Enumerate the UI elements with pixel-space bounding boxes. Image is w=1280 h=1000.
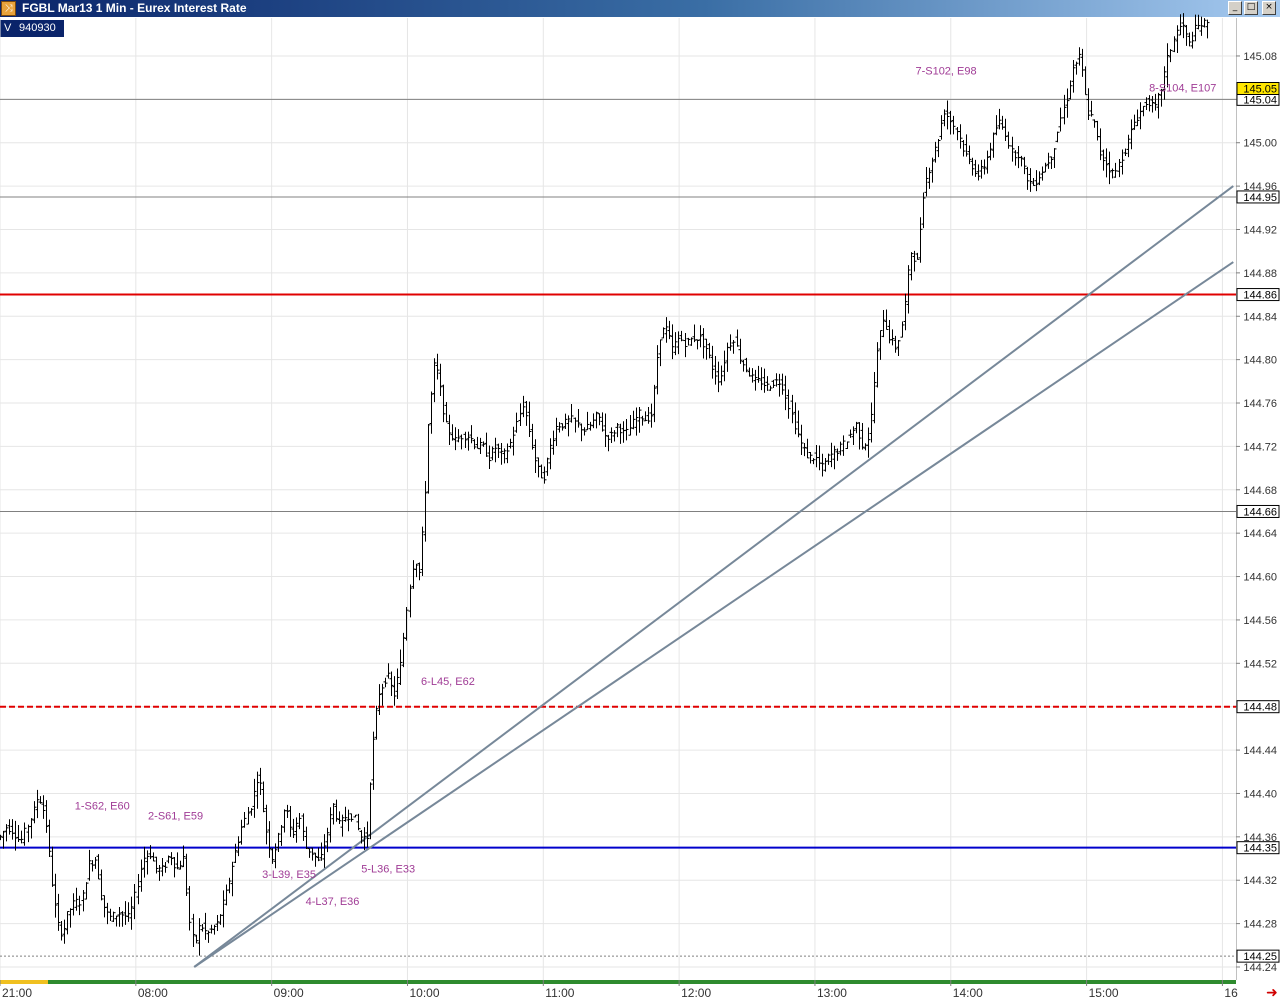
time-tick-label: 13:00 [817, 986, 847, 1000]
trend-line [193, 261, 1234, 968]
level-price-label: 144.66 [1243, 506, 1277, 518]
trade-label: 1-S62, E60 [75, 801, 130, 813]
trade-label: 8-S104, E107 [1149, 83, 1216, 95]
price-tick-label: 144.52 [1243, 658, 1277, 670]
trade-label: 3-L39, E35 [262, 869, 316, 881]
time-tick-label: 11:00 [545, 986, 574, 1000]
time-tick-label: 16 [1224, 986, 1238, 1000]
time-tick-label: 15:00 [1089, 986, 1119, 1000]
chart-grid [0, 18, 1236, 980]
price-tick-label: 145.00 [1243, 138, 1277, 150]
price-chart[interactable]: 1-S62, E60 2-S61, E59 3-L39, E35 4-L37, E36… [0, 0, 1280, 1000]
session-strip-highlight [0, 980, 48, 984]
trade-label: 7-S102, E98 [915, 65, 976, 77]
time-tick-label: 21:00 [2, 986, 32, 1000]
price-tick-label: 144.64 [1243, 528, 1277, 540]
price-tick-label: 144.72 [1243, 441, 1277, 453]
time-tick-label: 10:00 [409, 986, 439, 1000]
price-tick-label: 144.84 [1243, 311, 1277, 323]
price-tick-label: 144.80 [1243, 355, 1277, 367]
price-tick-label: 145.08 [1243, 51, 1277, 63]
time-tick-label: 09:00 [274, 986, 304, 1000]
price-tick-label: 144.60 [1243, 572, 1277, 584]
price-tick-label: 144.44 [1243, 745, 1277, 757]
level-price-label: 144.95 [1243, 192, 1277, 204]
price-tick-label: 144.68 [1243, 485, 1277, 497]
time-tick-label: 08:00 [138, 986, 168, 1000]
time-tick-label: 12:00 [681, 986, 711, 1000]
level-price-label: 145.04 [1243, 94, 1277, 106]
time-axis[interactable]: 21:00 08:00 09:00 10:00 11:00 12:00 13:00 14:00… [0, 980, 1280, 1000]
price-axis[interactable]: 144.24144.28144.32144.36144.40144.44144.… [1236, 18, 1280, 1000]
trade-label: 5-L36, E33 [361, 864, 415, 876]
current-price-label: 145.05 [1243, 83, 1277, 95]
trade-label: 6-L45, E62 [421, 676, 475, 688]
price-tick-label: 144.24 [1243, 962, 1277, 974]
horizontal-levels [0, 98, 1236, 957]
time-tick-label: 14:00 [953, 986, 983, 1000]
price-tick-label: 144.32 [1243, 875, 1277, 887]
level-price-label: 144.25 [1243, 951, 1277, 963]
trade-label: 2-S61, E59 [148, 810, 203, 822]
level-price-label: 144.48 [1243, 702, 1277, 714]
level-price-label: 144.35 [1243, 843, 1277, 855]
session-strip [0, 980, 1236, 984]
price-tick-label: 144.92 [1243, 224, 1277, 236]
price-tick-label: 144.40 [1243, 788, 1277, 800]
trade-annotations: 1-S62, E60 2-S61, E59 3-L39, E35 4-L37, E36… [75, 65, 1217, 908]
price-tick-label: 144.56 [1243, 615, 1277, 627]
level-price-label: 144.86 [1243, 290, 1277, 302]
scroll-right-arrow-icon[interactable]: ➜ [1266, 984, 1278, 1000]
price-tick-label: 144.76 [1243, 398, 1277, 410]
price-tick-label: 144.28 [1243, 919, 1277, 931]
price-tick-label: 144.88 [1243, 268, 1277, 280]
trade-label: 4-L37, E36 [306, 896, 360, 908]
